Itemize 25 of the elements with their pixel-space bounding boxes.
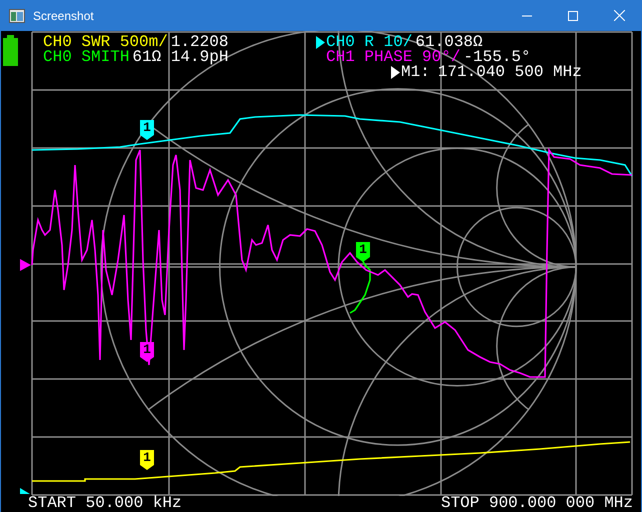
trace-label: CH1 PHASE 90°/ (326, 50, 460, 65)
trace-value: -155.5° (463, 50, 531, 65)
trace-label: CH0 SMITH (43, 50, 130, 65)
maximize-icon (568, 10, 578, 20)
window-title: Screenshot (33, 8, 94, 24)
trace-marker: 1 (140, 450, 154, 470)
trace-value: 1.2208 (170, 35, 228, 50)
trace-marker: 1 (140, 120, 154, 140)
battery-icon (3, 35, 18, 66)
active-trace-pointer-icon (316, 36, 325, 49)
trace-label: CH0 SWR 500m/ (43, 35, 168, 50)
start-frequency: START 50.000 kHz (28, 496, 182, 511)
close-icon (614, 10, 624, 21)
stop-frequency: STOP 900.000 000 MHz (440, 496, 633, 511)
marker-label: M1: (401, 65, 430, 80)
trace-label: CH0 R 10/ (326, 35, 412, 50)
reference-pointer-icon (20, 259, 31, 271)
marker-frequency: 171.040 500 MHz (438, 65, 582, 80)
marker-pointer-icon (391, 66, 400, 79)
reference-pointer-icon (20, 488, 30, 494)
trace-value: 61.038Ω (415, 35, 483, 50)
trace-marker: 1 (140, 342, 154, 362)
trace-marker: 1 (356, 242, 370, 262)
app-icon (9, 8, 25, 22)
trace-value: 61Ω 14.9pH (132, 50, 228, 65)
